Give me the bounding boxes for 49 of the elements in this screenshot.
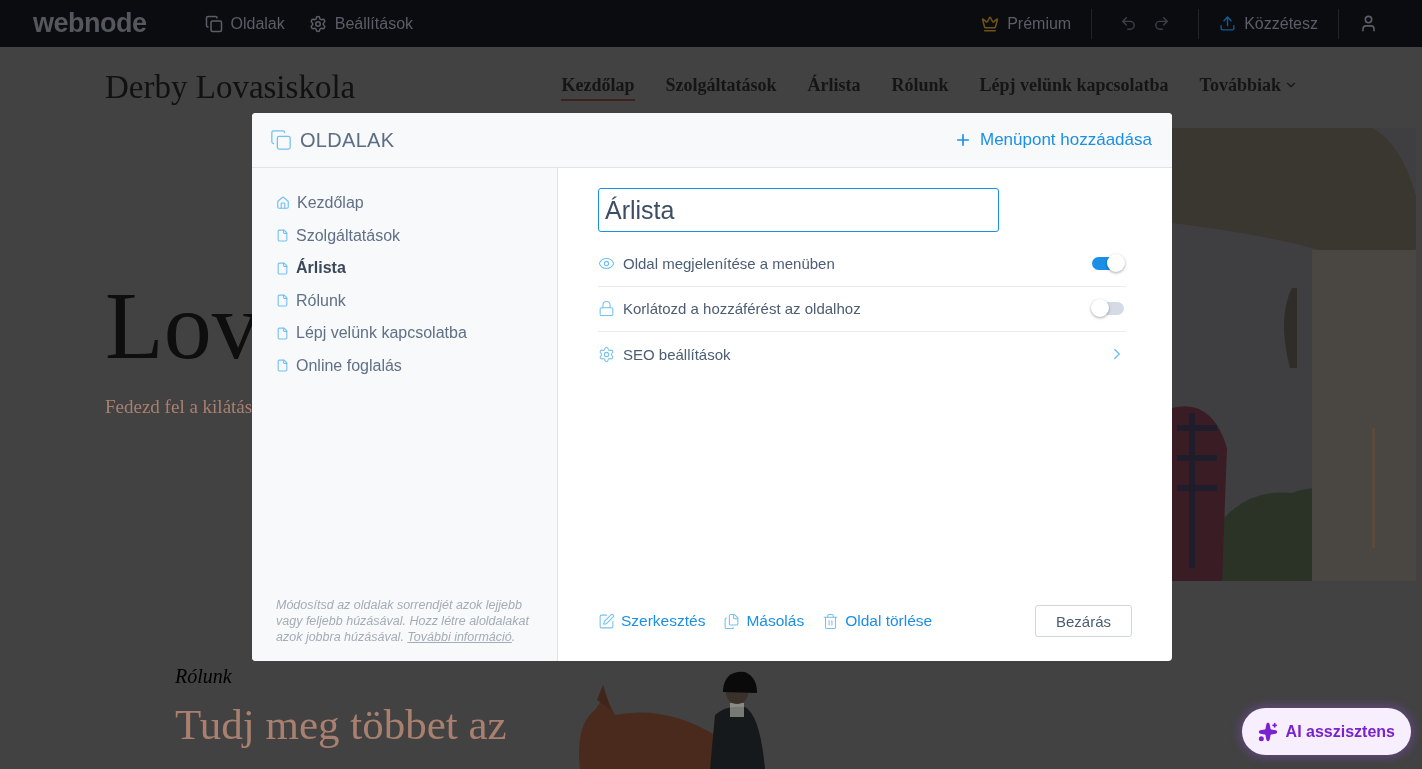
page-list-item[interactable]: Kezdőlap [276, 187, 535, 220]
page-list-item[interactable]: Szolgáltatások [276, 219, 535, 252]
action-button[interactable]: Szerkesztés [598, 612, 706, 630]
option-label: SEO beállítások [623, 345, 732, 363]
logo[interactable]: webnode [33, 8, 147, 39]
user-icon[interactable] [1359, 14, 1378, 33]
page-icon [276, 229, 289, 243]
dialog-title: OLDALAK [300, 128, 395, 152]
section-heading: Tudj meg többet az [175, 700, 507, 749]
page-list-item[interactable]: Árlista [276, 252, 535, 285]
section-eyebrow: Rólunk [175, 665, 232, 688]
close-button[interactable]: Bezárás [1035, 605, 1132, 637]
publish-button[interactable]: Közzétesz [1219, 14, 1318, 33]
trash-icon [822, 612, 840, 630]
page-icon [276, 261, 289, 275]
home-icon [276, 196, 290, 211]
page-list-item[interactable]: Lépj velünk kapcsolatba [276, 317, 535, 350]
premium-link[interactable]: Prémium [981, 14, 1072, 33]
hero-subheading: Fedezd fel a kilátás [105, 396, 253, 418]
pages-icon [204, 14, 223, 33]
toggle-switch[interactable] [1092, 302, 1124, 316]
toolbar-link[interactable]: Oldalak [204, 14, 285, 33]
pages-icon [270, 129, 292, 151]
settings-icon [598, 345, 615, 363]
sparkles-icon [1257, 721, 1278, 742]
copy-icon [723, 612, 741, 630]
page-icon [276, 359, 289, 373]
toolbar-link[interactable]: Beállítások [308, 14, 414, 33]
option-label: Oldal megjelenítése a menüben [623, 254, 836, 272]
page-list-item[interactable]: Online foglalás [276, 349, 535, 382]
add-menu-item-button[interactable]: Menüpont hozzáadása [953, 130, 1152, 150]
ai-assistant-button[interactable]: AI asszisztens [1241, 708, 1411, 755]
redo-icon[interactable] [1153, 15, 1171, 32]
pencil-icon [598, 612, 615, 630]
upload-icon [1219, 15, 1237, 32]
page-list-item[interactable]: Rólunk [276, 284, 535, 317]
option-label: Korlátozd a hozzáférést az oldalhoz [623, 300, 862, 318]
page-icon [276, 326, 289, 340]
action-button[interactable]: Másolás [723, 612, 805, 630]
undo-icon[interactable] [1120, 15, 1138, 32]
page-name-field[interactable]: Árlista [598, 188, 999, 232]
action-button[interactable]: Oldal törlése [822, 612, 933, 630]
hint-text: Módosítsd az oldalak sorrendjét azok lejjebb vagy feljebb húzásával. Hozz létre aloldalakat azok jobbra húzásával. További információ. [276, 597, 531, 645]
toggle-switch[interactable] [1092, 256, 1124, 270]
lock-icon [598, 300, 615, 318]
crown-icon [981, 14, 1000, 33]
more-info-link[interactable]: További információ [407, 630, 512, 644]
settings-icon [308, 14, 327, 33]
page-icon [276, 294, 289, 308]
